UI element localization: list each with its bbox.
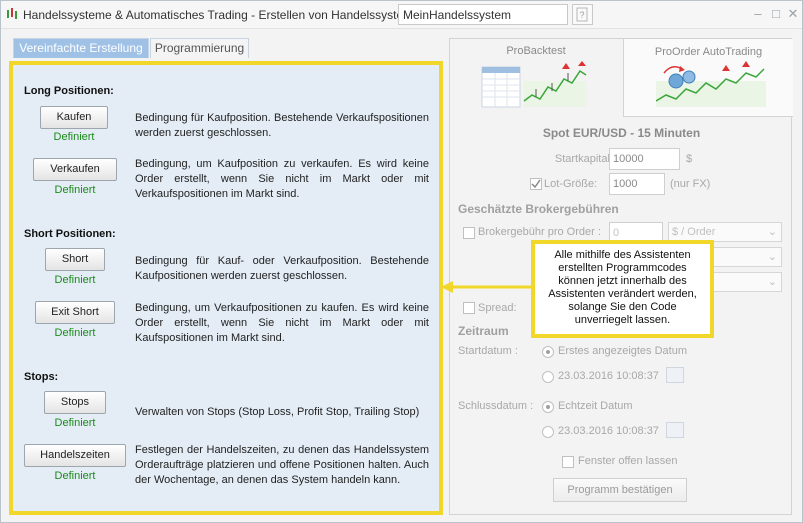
short-description: Bedingung für Kauf- oder Verkaufposition… bbox=[135, 255, 429, 282]
spread-checkbox[interactable] bbox=[463, 302, 475, 314]
help-icon[interactable]: ? bbox=[572, 4, 593, 25]
proorder-label: ProOrder AutoTrading bbox=[654, 46, 763, 58]
tab-simplified-creation[interactable]: Vereinfachte Erstellung bbox=[13, 38, 149, 58]
start-custom-date-value: 23.03.2016 10:08:37 bbox=[558, 370, 659, 382]
long-positions-title: Long Positionen: bbox=[24, 85, 114, 97]
exit-short-button[interactable]: Exit Short bbox=[35, 301, 115, 324]
system-name-input[interactable] bbox=[398, 4, 568, 25]
confirm-program-button[interactable]: Programm bestätigen bbox=[553, 478, 687, 502]
autotrading-chart-icon bbox=[656, 61, 766, 107]
pointer-arrow-icon bbox=[441, 281, 535, 293]
short-status: Definiert bbox=[54, 274, 96, 286]
chevron-down-icon: ⌄ bbox=[767, 276, 777, 288]
lot-size-checkbox[interactable] bbox=[530, 178, 542, 190]
stops-button[interactable]: Stops bbox=[44, 391, 106, 414]
startkapital-input[interactable] bbox=[609, 148, 680, 170]
stops-description: Verwalten von Stops (Stop Loss, Profit S… bbox=[135, 406, 420, 418]
exit-short-description: Bedingung, um Verkaufpositionen zu kaufe… bbox=[135, 302, 429, 344]
broker-fee-label: Brokergebühr pro Order : bbox=[478, 226, 601, 238]
broker-fee-unit-value: $ / Order bbox=[672, 226, 716, 238]
backtest-chart-icon bbox=[481, 61, 587, 108]
trading-hours-button[interactable]: Handelszeiten bbox=[24, 444, 126, 467]
calendar-icon[interactable] bbox=[666, 367, 684, 383]
startkapital-unit: $ bbox=[686, 153, 693, 165]
title-bar: Handelssysteme & Automatisches Trading -… bbox=[1, 1, 802, 29]
spread-label: Spread: bbox=[478, 302, 517, 314]
buy-description: Bedingung für Kaufposition. Bestehende V… bbox=[135, 112, 429, 139]
zeitraum-title: Zeitraum bbox=[458, 324, 509, 338]
exit-short-status: Definiert bbox=[54, 327, 96, 339]
buy-status: Definiert bbox=[53, 131, 95, 143]
minimize-icon[interactable]: – bbox=[749, 5, 767, 23]
maximize-icon[interactable]: □ bbox=[767, 5, 785, 23]
tab-probacktest[interactable]: ProBacktest bbox=[450, 39, 622, 117]
start-custom-date-radio[interactable] bbox=[542, 371, 554, 383]
keep-open-checkbox[interactable] bbox=[562, 456, 574, 468]
svg-text:?: ? bbox=[579, 10, 584, 20]
trading-hours-status: Definiert bbox=[54, 470, 96, 482]
fees-title: Geschätzte Brokergebühren bbox=[458, 202, 619, 216]
lot-size-label: Lot-Größe: bbox=[544, 178, 598, 190]
keep-open-label: Fenster offen lassen bbox=[578, 455, 678, 467]
main-window: Handelssysteme & Automatisches Trading -… bbox=[0, 0, 803, 523]
sell-description: Bedingung, um Kaufposition zu verkaufen.… bbox=[135, 158, 429, 200]
tab-programming[interactable]: Programmierung bbox=[150, 38, 249, 58]
chevron-down-icon: ⌄ bbox=[767, 226, 777, 238]
end-realtime-radio[interactable] bbox=[542, 401, 554, 413]
start-first-date-label: Erstes angezeigtes Datum bbox=[558, 345, 688, 357]
app-chart-icon bbox=[7, 8, 17, 19]
check-icon bbox=[531, 179, 541, 189]
tab-proorder-autotrading[interactable]: ProOrder AutoTrading bbox=[623, 39, 793, 117]
buy-button[interactable]: Kaufen bbox=[40, 106, 108, 129]
startkapital-label: Startkapital : bbox=[554, 153, 616, 165]
close-icon[interactable]: ✕ bbox=[784, 5, 802, 23]
short-positions-title: Short Positionen: bbox=[24, 228, 116, 240]
end-custom-date-value: 23.03.2016 10:08:37 bbox=[558, 425, 659, 437]
simplified-creation-panel: Long Positionen: Kaufen Definiert Beding… bbox=[9, 61, 443, 515]
sell-button[interactable]: Verkaufen bbox=[33, 158, 117, 181]
startdatum-label: Startdatum : bbox=[458, 345, 518, 357]
broker-fee-unit-select[interactable]: $ / Order ⌄ bbox=[668, 222, 782, 242]
end-custom-date-radio[interactable] bbox=[542, 426, 554, 438]
schlussdatum-label: Schlussdatum : bbox=[458, 400, 534, 412]
info-tooltip: Alle mithilfe des Assistenten erstellten… bbox=[531, 240, 714, 338]
lot-size-unit: (nur FX) bbox=[670, 178, 711, 190]
window-title: Handelssysteme & Automatisches Trading -… bbox=[23, 8, 434, 22]
calendar-icon[interactable] bbox=[666, 422, 684, 438]
trading-hours-description: Festlegen der Handelszeiten, zu denen da… bbox=[135, 444, 429, 486]
start-first-date-radio[interactable] bbox=[542, 346, 554, 358]
chevron-down-icon: ⌄ bbox=[767, 251, 777, 263]
broker-fee-checkbox[interactable] bbox=[463, 227, 475, 239]
stops-title: Stops: bbox=[24, 371, 59, 383]
end-realtime-label: Echtzeit Datum bbox=[558, 400, 633, 412]
instrument-title: Spot EUR/USD - 15 Minuten bbox=[542, 126, 701, 140]
lot-size-input[interactable] bbox=[609, 173, 665, 195]
short-button[interactable]: Short bbox=[45, 248, 105, 271]
sell-status: Definiert bbox=[54, 184, 96, 196]
probacktest-label: ProBacktest bbox=[506, 45, 566, 57]
stops-status: Definiert bbox=[54, 417, 96, 429]
